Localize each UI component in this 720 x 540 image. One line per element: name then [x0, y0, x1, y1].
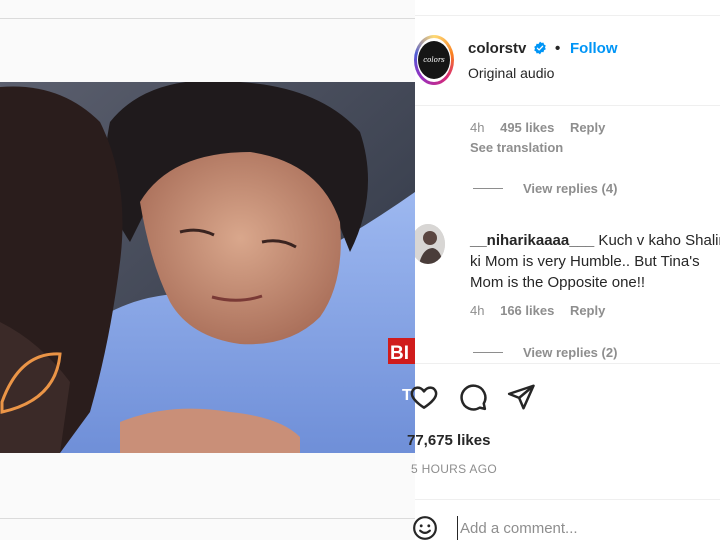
comment-icon[interactable] [458, 382, 488, 412]
separator-dot: • [555, 40, 561, 57]
comment-username[interactable]: __niharikaaaa___ [470, 232, 594, 249]
post-username[interactable]: colorstv [468, 40, 526, 57]
replies-line [473, 352, 503, 353]
comment-likes[interactable]: 495 likes [500, 120, 554, 135]
share-icon[interactable] [506, 382, 536, 412]
avatar-logo-text: colors [423, 56, 445, 64]
comment-body: __niharikaaaa___ Kuch v kaho Shalin ki M… [470, 230, 720, 293]
video-badge-text: BI [390, 343, 409, 364]
see-translation-link[interactable]: See translation [470, 140, 563, 155]
comment-likes[interactable]: 166 likes [500, 303, 554, 318]
comment-time: 4h [470, 303, 485, 318]
post-header: colors colorstv • Follow Original audio [414, 16, 720, 106]
comments-list[interactable]: 4h 495 likes Reply See translation View … [415, 106, 720, 363]
view-replies-button[interactable]: View replies (2) [473, 345, 617, 360]
heart-icon[interactable] [409, 382, 439, 412]
view-replies-button[interactable]: View replies (4) [473, 181, 617, 196]
divider [0, 518, 415, 519]
avatar[interactable]: colors [418, 41, 450, 79]
reply-button[interactable]: Reply [570, 303, 605, 318]
comment-meta: 4h 166 likes Reply [470, 303, 617, 318]
post-actions: 77,675 likes 5 HOURS AGO [407, 363, 720, 499]
view-replies-label: View replies (4) [523, 181, 618, 196]
media-column: BI T [0, 0, 415, 540]
reply-button[interactable]: Reply [570, 120, 605, 135]
replies-line [473, 188, 503, 189]
post-timestamp: 5 HOURS AGO [411, 462, 497, 476]
comment-bar [412, 499, 720, 540]
divider [0, 18, 415, 19]
verified-badge-icon [534, 41, 546, 55]
likes-count[interactable]: 77,675 likes [407, 432, 490, 449]
comment-meta: 4h 495 likes Reply [470, 120, 617, 135]
video-player[interactable]: BI T [0, 82, 415, 453]
comment-avatar[interactable] [415, 224, 445, 264]
post-panel: colors colorstv • Follow Original audio … [407, 0, 720, 540]
view-replies-label: View replies (2) [523, 345, 618, 360]
emoji-icon[interactable] [412, 515, 438, 540]
comment-input[interactable] [457, 516, 707, 540]
video-frame: BI T [0, 82, 415, 453]
audio-link[interactable]: Original audio [468, 65, 554, 81]
follow-button[interactable]: Follow [570, 40, 618, 57]
comment-time: 4h [470, 120, 485, 135]
